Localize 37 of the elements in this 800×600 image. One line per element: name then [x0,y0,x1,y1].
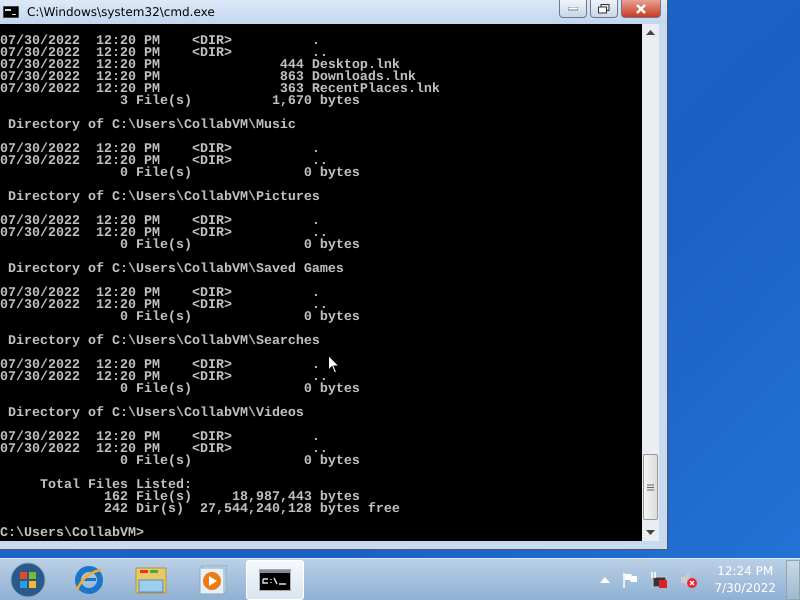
network-error-icon[interactable] [650,570,668,588]
console-line: C:\Users\CollabVM> [0,528,144,540]
folder-icon [135,564,167,594]
console-line: 162 File(s) 18,987,443 bytes [102,492,360,504]
window-title: C:\Windows\system32\cmd.exe [27,5,215,19]
console-line: 242 Dir(s) 27,544,240,128 bytes free [102,504,400,516]
browser-e-icon [74,564,104,594]
maximize-button[interactable] [590,0,618,18]
minimize-button[interactable] [559,0,587,18]
clock-time: 12:24 PM [717,562,774,580]
console-line: Directory of C:\Users\CollabVM\Saved Games [6,264,344,276]
mouse-pointer-icon [328,355,340,374]
console-icon [3,6,19,18]
taskbar-button[interactable] [246,560,304,600]
console-line: Directory of C:\Users\CollabVM\Music [6,120,296,132]
console-line: 0 File(s) 0 bytes [118,312,360,324]
console-line: Directory of C:\Users\CollabVM\Searches [6,336,320,348]
console-line: 0 File(s) 0 bytes [118,240,360,252]
console-line: Directory of C:\Users\CollabVM\Videos [6,408,304,420]
console-line: 0 File(s) 0 bytes [118,384,360,396]
scroll-up-arrow-icon[interactable] [646,30,655,35]
clock-date: 7/30/2022 [714,580,776,596]
console-line: Directory of C:\Users\CollabVM\Pictures [6,192,320,204]
restore-icon [598,4,610,14]
close-icon [635,4,647,14]
console-line: 3 File(s) 1,670 bytes [118,96,360,108]
close-button[interactable] [621,0,661,18]
speaker-muted-icon[interactable] [680,570,698,588]
scrollbar-thumb[interactable] [643,454,658,520]
scroll-down-arrow-icon[interactable] [646,530,655,535]
minimize-icon [568,6,578,10]
console-line: 0 File(s) 0 bytes [118,456,360,468]
scrollbar[interactable] [642,24,659,541]
media-player-icon [199,564,227,594]
clock[interactable]: 12:24 PM 7/30/2022 [714,562,776,596]
console-icon [259,568,291,590]
console-line: 0 File(s) 0 bytes [118,168,360,180]
